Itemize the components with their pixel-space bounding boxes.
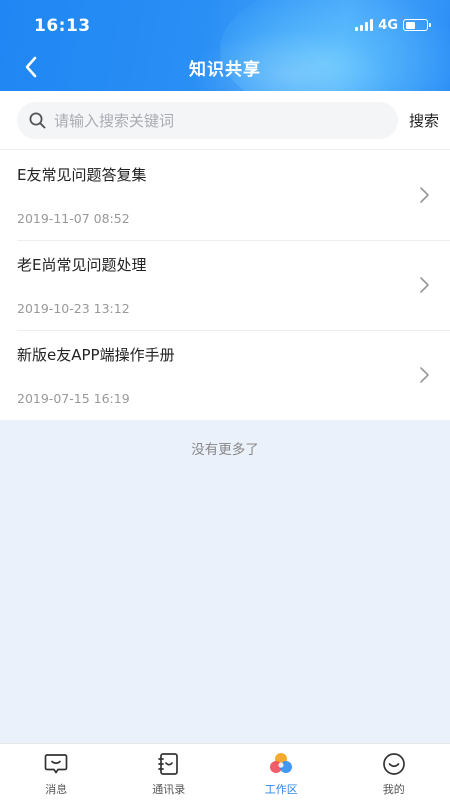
tab-label: 通讯录: [152, 783, 186, 796]
tab-label: 消息: [45, 783, 68, 796]
search-box[interactable]: [17, 102, 398, 139]
status-indicators: 4G: [355, 17, 431, 33]
list-item[interactable]: 新版e友APP端操作手册 2019-07-15 16:19: [0, 330, 450, 420]
signal-icon: [355, 19, 374, 31]
tab-label: 我的: [382, 783, 405, 796]
chevron-right-icon: [420, 187, 429, 203]
tab-profile[interactable]: 我的: [338, 744, 450, 800]
message-icon: [44, 754, 68, 774]
item-date: 2019-10-23 13:12: [17, 301, 130, 316]
tab-bar: 消息 通讯录 工作区 我的: [0, 743, 450, 800]
chevron-right-icon: [420, 277, 429, 293]
page-title: 知识共享: [189, 60, 261, 80]
item-title: 老E尚常见问题处理: [17, 256, 147, 274]
search-icon: [29, 112, 46, 129]
chevron-right-icon: [420, 367, 429, 383]
search-bar: 搜索: [0, 91, 450, 150]
battery-icon: [403, 19, 431, 31]
contacts-icon: [157, 753, 178, 775]
item-title: 新版e友APP端操作手册: [17, 346, 175, 364]
tab-messages[interactable]: 消息: [0, 744, 113, 800]
list-end-message: 没有更多了: [191, 442, 259, 458]
list-item[interactable]: 老E尚常见问题处理 2019-10-23 13:12: [0, 240, 450, 330]
search-input[interactable]: [54, 111, 374, 130]
search-button[interactable]: 搜索: [409, 110, 439, 131]
network-type: 4G: [378, 17, 398, 33]
status-bar: 16:13 4G: [0, 0, 450, 44]
item-date: 2019-07-15 16:19: [17, 391, 130, 406]
tab-contacts[interactable]: 通讯录: [113, 744, 226, 800]
workspace-icon: [270, 753, 293, 773]
article-list: E友常见问题答复集 2019-11-07 08:52 老E尚常见问题处理 201…: [0, 150, 450, 420]
item-title: E友常见问题答复集: [17, 166, 147, 184]
profile-icon: [382, 753, 405, 775]
item-date: 2019-11-07 08:52: [17, 211, 130, 226]
list-item[interactable]: E友常见问题答复集 2019-11-07 08:52: [0, 150, 450, 240]
status-time: 16:13: [34, 16, 91, 36]
tab-label: 工作区: [264, 783, 298, 796]
tab-workspace[interactable]: 工作区: [225, 744, 338, 800]
header: 16:13 4G 知识共享: [0, 0, 450, 91]
